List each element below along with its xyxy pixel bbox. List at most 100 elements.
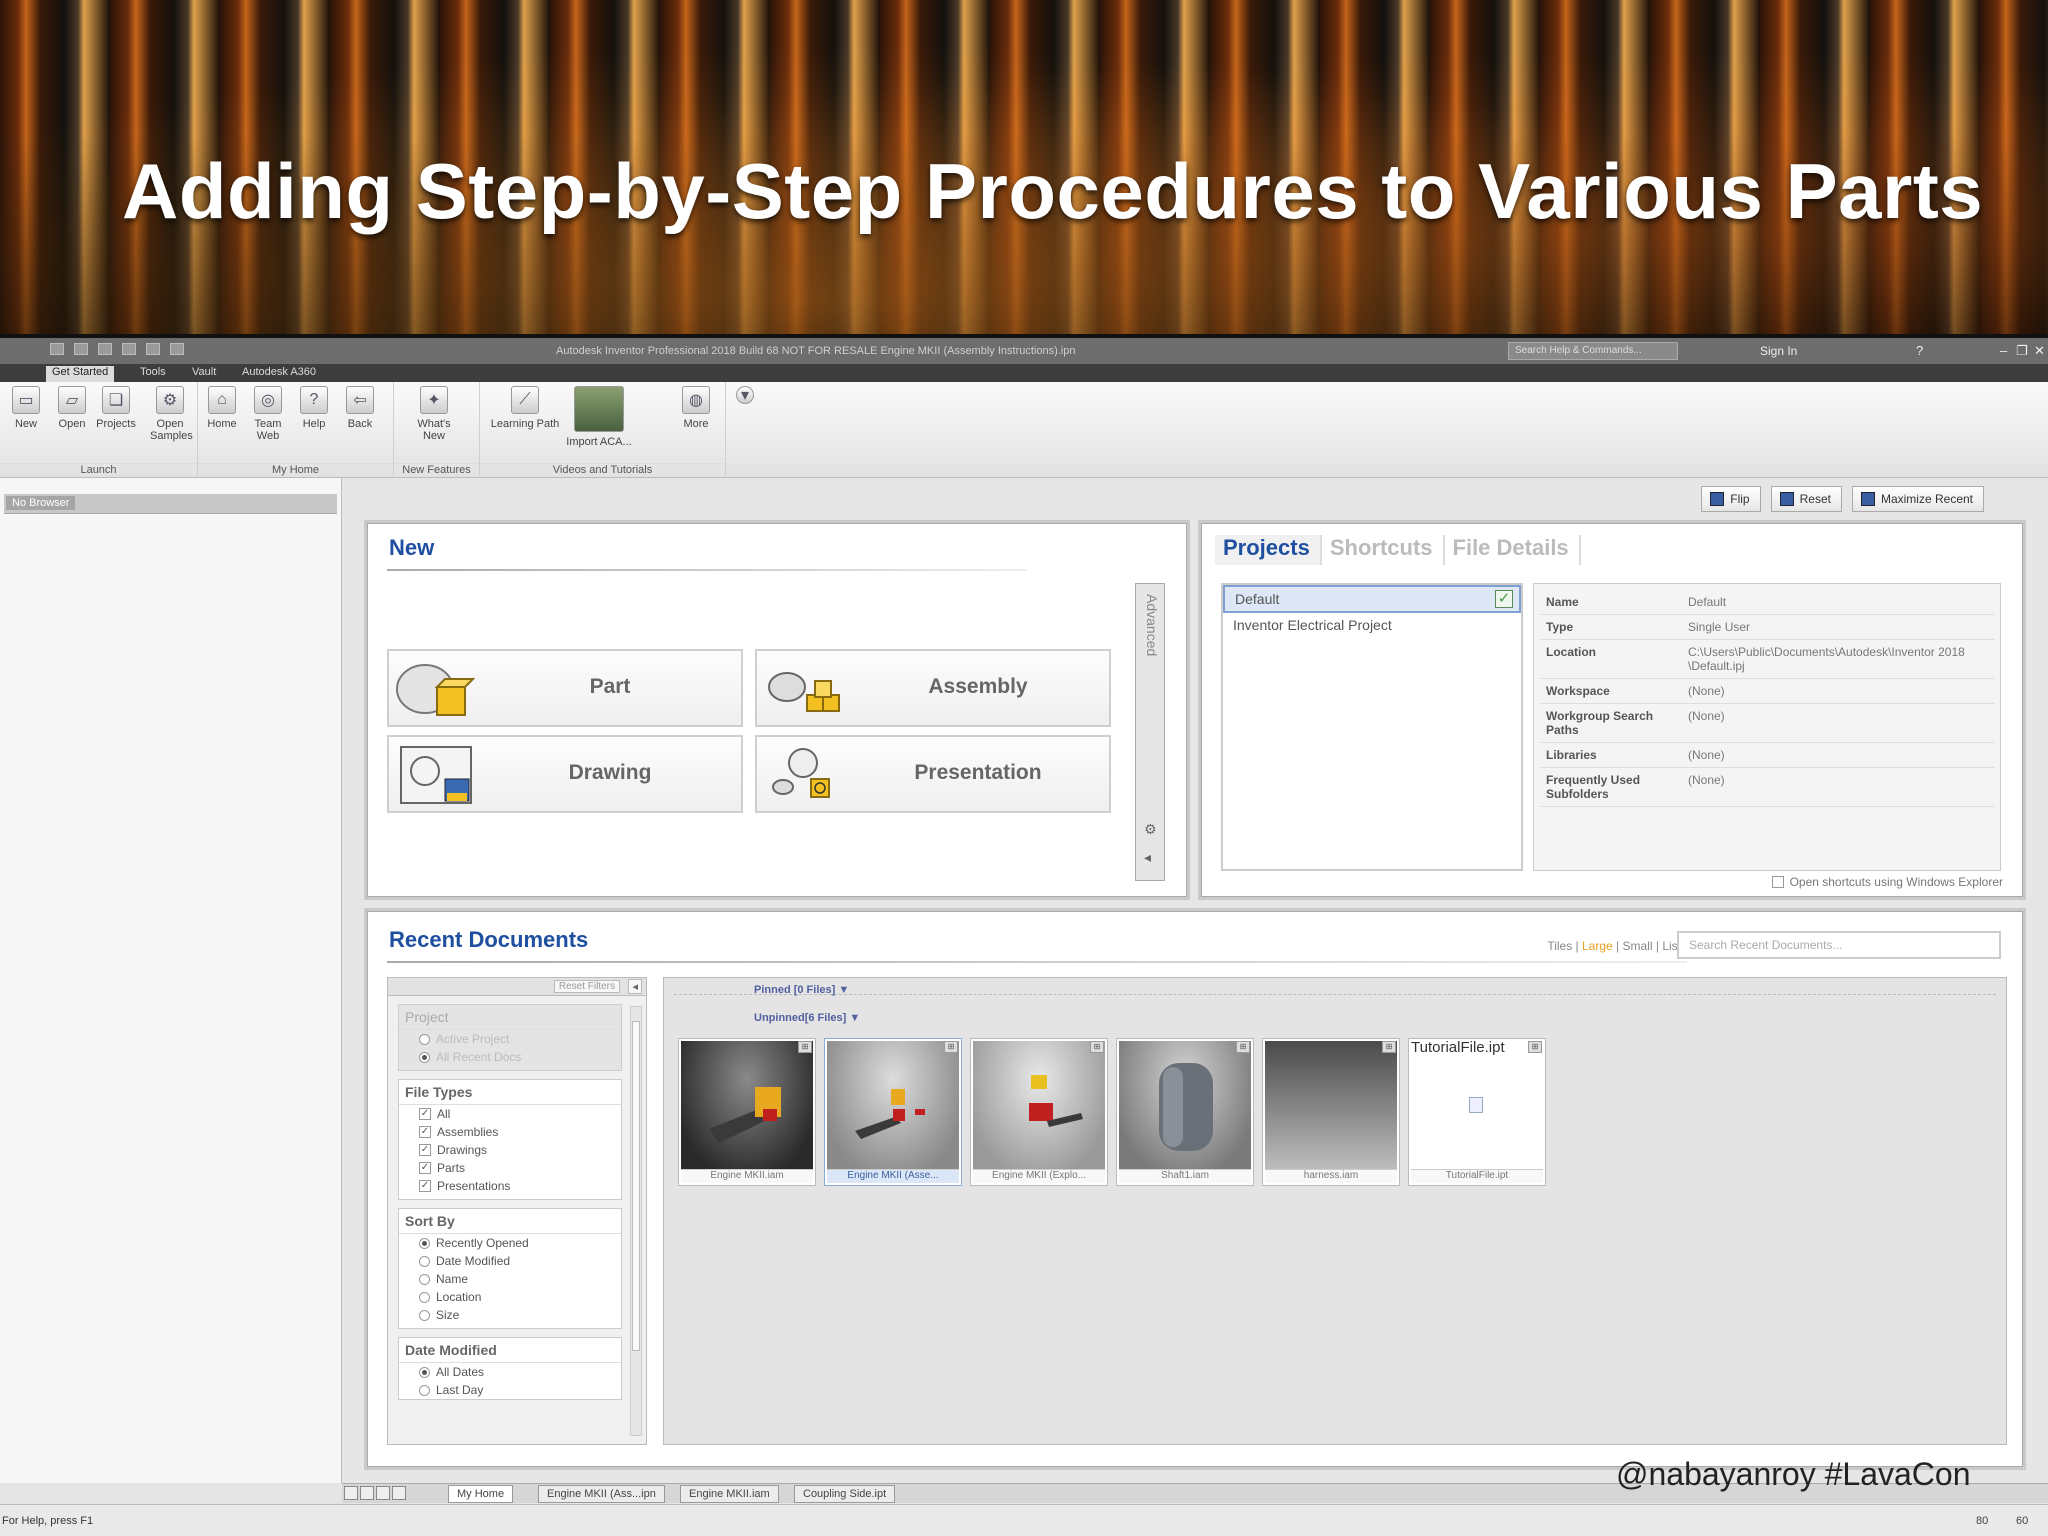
shortcut-checkbox[interactable] [1771, 876, 1784, 888]
reset-filters-button[interactable]: Reset Filters [553, 980, 620, 993]
team-web-button[interactable]: ◎ Team Web [248, 386, 288, 442]
filter-option[interactable]: All Dates [399, 1363, 621, 1381]
tab-projects[interactable]: Projects [1215, 535, 1322, 565]
filter-option[interactable]: ✓ All [399, 1105, 621, 1123]
tile-view-icon[interactable] [344, 1486, 358, 1500]
filter-option[interactable]: ✓ Drawings [399, 1141, 621, 1159]
radio-icon[interactable] [419, 1273, 430, 1285]
new-part-tile[interactable]: Part [387, 649, 743, 727]
open-button[interactable]: ▱ Open [52, 386, 92, 430]
radio-icon[interactable] [419, 1237, 430, 1249]
filter-option[interactable]: Date Modified [399, 1252, 621, 1270]
filter-option[interactable]: ✓ Assemblies [399, 1123, 621, 1141]
recent-file-card[interactable]: TutorialFile.ipt ⊞ TutorialFile.ipt [1408, 1038, 1546, 1186]
new-icon[interactable] [74, 343, 88, 355]
recent-file-card[interactable]: ⊞ Engine MKII (Explo... [970, 1038, 1108, 1186]
new-assembly-tile[interactable]: Assembly [755, 649, 1111, 727]
radio-icon[interactable] [419, 1366, 430, 1378]
unpinned-group-header[interactable]: Unpinned[6 Files] ▼ [754, 1012, 860, 1024]
checkbox-icon[interactable]: ✓ [419, 1162, 431, 1174]
pin-icon[interactable]: ⊞ [1528, 1041, 1542, 1053]
maximize-recent-button[interactable]: Maximize Recent [1851, 486, 1984, 512]
learning-path-button[interactable]: ⟋ Learning Path [490, 386, 560, 430]
filter-option[interactable]: ✓ Parts [399, 1159, 621, 1177]
filter-option[interactable]: ✓ Presentations [399, 1177, 621, 1199]
minimize-button[interactable]: – [2000, 343, 2007, 358]
browser-header[interactable]: No Browser [4, 494, 337, 514]
recent-file-card[interactable]: ⊞ harness.iam [1262, 1038, 1400, 1186]
more-button[interactable]: ◍ More [676, 386, 716, 430]
open-samples-button[interactable]: ⚙ Open Samples [150, 386, 193, 442]
tab-autodesk-a360[interactable]: Autodesk A360 [236, 366, 322, 378]
filter-option[interactable]: Recently Opened [399, 1234, 621, 1252]
doc-tab-engine-ipn[interactable]: Engine MKII (Ass...ipn [538, 1485, 665, 1503]
whats-new-button[interactable]: ✦ What's New [414, 386, 454, 442]
filter-option[interactable]: Name [399, 1270, 621, 1288]
view-large-link[interactable]: Large [1582, 939, 1613, 953]
filter-option[interactable]: Size [399, 1306, 621, 1328]
checkbox-icon[interactable]: ✓ [419, 1108, 431, 1120]
filter-option[interactable]: Location [399, 1288, 621, 1306]
tab-vault[interactable]: Vault [186, 366, 222, 378]
tab-tools[interactable]: Tools [134, 366, 172, 378]
restore-button[interactable]: ❐ [2016, 343, 2028, 359]
recent-file-card[interactable]: ⊞ Shaft1.iam [1116, 1038, 1254, 1186]
browser-dropdown[interactable]: No Browser [6, 496, 76, 510]
recent-file-card[interactable]: ⊞ Engine MKII (Asse... [824, 1038, 962, 1186]
document-list-icon[interactable] [392, 1486, 406, 1500]
checkbox-icon[interactable]: ✓ [419, 1180, 431, 1192]
checkbox-icon[interactable]: ✓ [419, 1126, 431, 1138]
reset-button[interactable]: Reset [1770, 486, 1842, 512]
redo-icon[interactable] [146, 343, 160, 355]
home-icon[interactable] [170, 343, 184, 355]
open-shortcuts-option[interactable]: Open shortcuts using Windows Explorer [1771, 875, 2003, 889]
pin-icon[interactable]: ⊞ [798, 1041, 812, 1053]
radio-icon[interactable] [419, 1309, 430, 1321]
project-item-default[interactable]: Default ✓ [1223, 585, 1521, 613]
save-icon[interactable] [98, 343, 112, 355]
import-aca-button[interactable]: Import ACA... [564, 386, 634, 448]
filter-option[interactable]: Active Project [399, 1030, 621, 1048]
app-menu-icon[interactable] [50, 343, 64, 355]
new-drawing-tile[interactable]: Drawing [387, 735, 743, 813]
filter-option[interactable]: Last Day [399, 1381, 621, 1399]
view-tiles-link[interactable]: Tiles [1547, 939, 1572, 953]
project-item-electrical[interactable]: Inventor Electrical Project [1223, 613, 1521, 637]
close-button[interactable]: ✕ [2034, 343, 2045, 359]
help-icon[interactable]: ? [1916, 343, 1923, 358]
view-small-link[interactable]: Small [1623, 939, 1653, 953]
settings-icon[interactable]: ⚙ [1144, 821, 1157, 838]
radio-icon[interactable] [419, 1255, 430, 1267]
collapse-filters-icon[interactable]: ◂ [628, 979, 642, 994]
radio-icon[interactable] [419, 1384, 430, 1396]
cascade-view-icon[interactable] [360, 1486, 374, 1500]
filter-option[interactable]: All Recent Docs [399, 1048, 621, 1070]
home-button[interactable]: ⌂ Home [202, 386, 242, 430]
flip-button[interactable]: Flip [1701, 486, 1761, 512]
pinned-group-header[interactable]: Pinned [0 Files] ▼ [754, 984, 849, 996]
doc-tab-engine-iam[interactable]: Engine MKII.iam [680, 1485, 779, 1503]
collapse-left-icon[interactable]: ◂ [1144, 849, 1151, 866]
radio-icon[interactable] [419, 1033, 430, 1045]
new-presentation-tile[interactable]: Presentation [755, 735, 1111, 813]
recent-file-card[interactable]: ⊞ Engine MKII.iam [678, 1038, 816, 1186]
undo-icon[interactable] [122, 343, 136, 355]
pin-icon[interactable]: ⊞ [1382, 1041, 1396, 1053]
doc-tab-my-home[interactable]: My Home [448, 1485, 514, 1503]
checkbox-icon[interactable]: ✓ [419, 1144, 431, 1156]
radio-icon[interactable] [419, 1051, 430, 1063]
pin-icon[interactable]: ⊞ [944, 1041, 958, 1053]
recent-search-input[interactable]: Search Recent Documents... [1677, 931, 2001, 959]
filter-scrollbar[interactable] [630, 1006, 642, 1436]
scroll-thumb[interactable] [632, 1021, 640, 1351]
tab-shortcuts[interactable]: Shortcuts [1322, 535, 1445, 565]
pin-icon[interactable]: ⊞ [1236, 1041, 1250, 1053]
doc-tab-coupling[interactable]: Coupling Side.ipt [794, 1485, 896, 1503]
help-search-input[interactable]: Search Help & Commands... [1508, 342, 1678, 360]
arrange-view-icon[interactable] [376, 1486, 390, 1500]
sign-in-link[interactable]: Sign In [1760, 344, 1797, 358]
projects-button[interactable]: ❏ Projects [96, 386, 136, 430]
radio-icon[interactable] [419, 1291, 430, 1303]
advanced-sidebar[interactable]: Advanced ⚙ ◂ [1135, 583, 1165, 881]
tab-file-details[interactable]: File Details [1445, 535, 1581, 565]
